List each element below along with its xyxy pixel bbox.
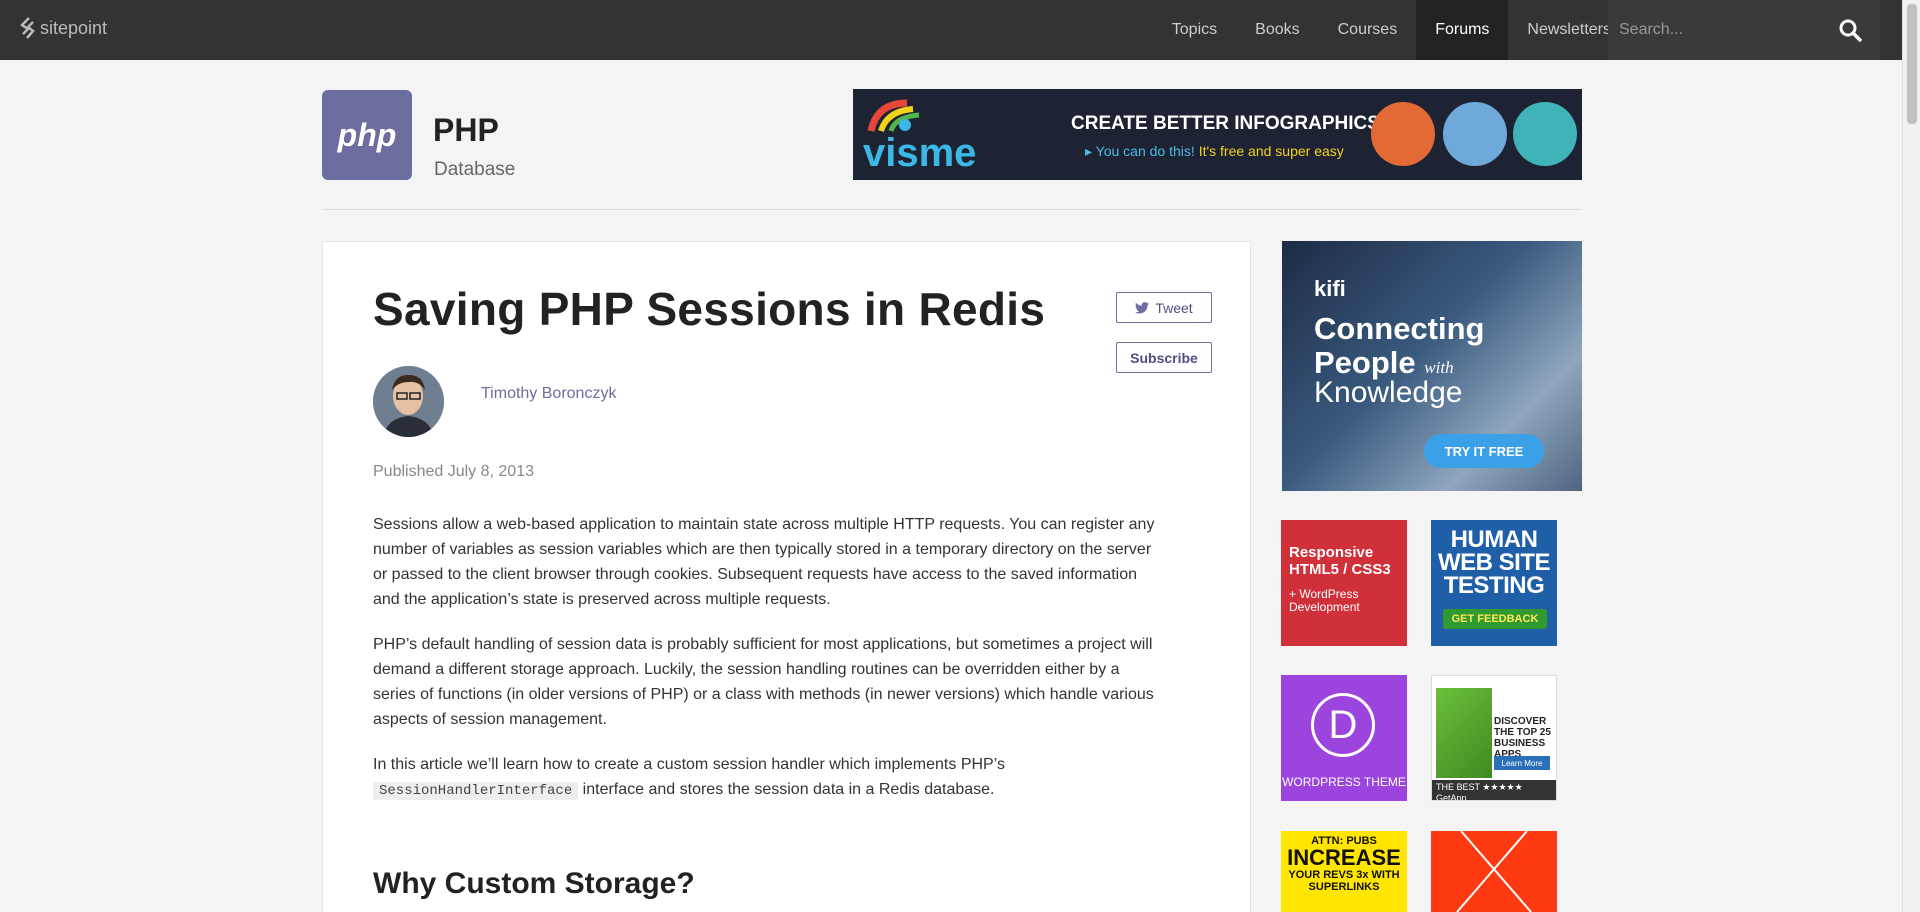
visme-banner-ad[interactable]: visme CREATE BETTER INFOGRAPHICS ▸ You c… [853,89,1582,180]
published-date: Published July 8, 2013 [373,463,534,480]
paragraph-1: Sessions allow a web-based application t… [373,516,1155,608]
search-input[interactable] [1619,15,1819,45]
search-icon[interactable] [1838,18,1862,42]
banner-headline: CREATE BETTER INFOGRAPHICS [1071,113,1380,134]
kifi-line-2-text: People [1314,345,1416,380]
document-icon [1443,102,1507,166]
author-avatar[interactable] [373,366,444,437]
paragraph-3-text-a: In this article we’ll learn how to creat… [373,756,1005,773]
banner-sub-blue: You can do this! [1095,143,1195,159]
x-ad[interactable] [1431,831,1557,912]
top-nav: sitepoint Topics Books Courses Forums Ne… [0,0,1920,60]
app-cube-icon [1436,688,1492,778]
try-it-free-button[interactable]: TRY IT FREE [1424,434,1544,468]
nav-item-courses[interactable]: Courses [1319,0,1417,60]
tweet-button[interactable]: Tweet [1116,292,1212,323]
visme-logo: visme [863,131,977,175]
learn-more-button[interactable]: Learn More [1494,756,1550,770]
article-card: Saving PHP Sessions in Redis Tweet Subsc… [322,241,1251,912]
responsive-html5-ad[interactable]: Responsive HTML5 / CSS3 + WordPress Deve… [1281,520,1407,646]
getapp-bar: THE BEST ★★★★★ GetApp [1432,780,1556,800]
article-title: Saving PHP Sessions in Redis [373,283,1046,335]
attn-line-2: INCREASE [1287,845,1401,870]
kifi-line-3: Knowledge [1314,376,1463,409]
page-scrollbar[interactable] [1902,0,1920,912]
presentation-icon [1371,102,1435,166]
scrollbar-thumb[interactable] [1907,4,1917,124]
header-divider [322,209,1582,210]
x-logo-icon [1456,831,1532,912]
banner-subline: ▸ You can do this! It's free and super e… [1085,143,1344,159]
human-ad-title: HUMAN WEB SITE TESTING [1437,526,1551,599]
paragraph-2: PHP’s default handling of session data i… [373,636,1154,728]
human-testing-ad[interactable]: HUMAN WEB SITE TESTING GET FEEDBACK [1431,520,1557,646]
sitepoint-logo-icon [20,17,36,39]
wordpress-theme-ad[interactable]: D WORDPRESS THEME [1281,675,1407,801]
category-title: PHP [433,112,499,148]
php-category-badge[interactable]: php [322,90,412,180]
paragraph-3: In this article we’ll learn how to creat… [373,752,1163,804]
kifi-ad[interactable]: kifi Connecting People with Knowledge TR… [1282,241,1582,491]
search-box [1608,0,1880,60]
paragraph-3-text-b: interface and stores the session data in… [578,781,995,798]
nav-item-forums[interactable]: Forums [1416,0,1509,60]
getapp-text: DISCOVER THE TOP 25 BUSINESS APPS [1494,716,1551,760]
monitor-icon [1513,102,1577,166]
visme-swirl-icon [867,99,920,133]
nav-items: Topics Books Courses Forums Newsletters [1153,0,1630,60]
superlinks-ad[interactable]: ATTN: PUBS INCREASE YOUR REVS 3x WITH SU… [1281,831,1407,912]
category-subtitle[interactable]: Database [434,159,515,181]
get-feedback-button[interactable]: GET FEEDBACK [1443,609,1547,629]
kifi-line-1: Connecting [1314,311,1485,346]
twitter-icon [1135,301,1150,314]
attn-line-3: YOUR REVS 3x WITH SUPERLINKS [1288,869,1400,893]
kifi-logo: kifi [1314,276,1346,301]
wordpress-ad-label: WORDPRESS THEME [1282,775,1406,789]
author-link[interactable]: Timothy Boronczyk [481,385,616,403]
subscribe-button[interactable]: Subscribe [1116,342,1212,373]
inline-code: SessionHandlerInterface [373,782,579,800]
banner-sub-yellow: It's free and super easy [1198,143,1344,159]
responsive-ad-sub: + WordPress Development [1289,587,1360,614]
tweet-label: Tweet [1155,299,1193,316]
divi-logo-icon: D [1311,693,1375,757]
sitepoint-logo[interactable]: sitepoint [20,17,107,39]
section-heading: Why Custom Storage? [373,867,695,900]
responsive-ad-title: Responsive HTML5 / CSS3 [1289,544,1391,578]
nav-item-books[interactable]: Books [1236,0,1318,60]
nav-item-topics[interactable]: Topics [1153,0,1236,60]
kifi-with: with [1424,358,1454,377]
getapp-ad[interactable]: DISCOVER THE TOP 25 BUSINESS APPS Learn … [1431,675,1557,801]
logo-text: sitepoint [40,17,108,38]
